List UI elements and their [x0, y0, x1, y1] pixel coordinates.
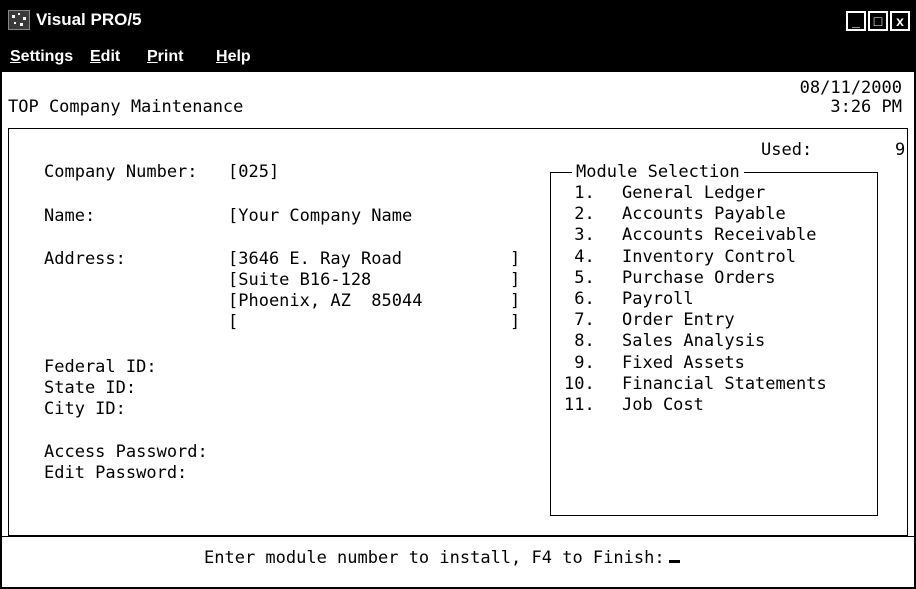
- bracket-close: ]: [510, 270, 521, 290]
- module-item-name[interactable]: Inventory Control: [622, 247, 796, 267]
- close-icon: x: [896, 13, 904, 29]
- date-display: 08/11/2000: [799, 78, 902, 98]
- module-item-name[interactable]: Job Cost: [622, 395, 704, 415]
- module-number: 6.: [564, 289, 595, 309]
- address-line-1-field[interactable]: [3646 E. Ray Road: [228, 249, 402, 269]
- maximize-button[interactable]: □: [868, 11, 888, 31]
- module-number: 3.: [564, 225, 595, 246]
- company-number-field[interactable]: [025]: [228, 162, 279, 182]
- minimize-button[interactable]: _: [846, 11, 866, 31]
- name-label: Name:: [44, 206, 96, 226]
- address-line-2-field[interactable]: [Suite B16-128: [228, 270, 371, 290]
- module-number: 9.: [564, 352, 595, 373]
- menu-print[interactable]: Print: [147, 48, 183, 66]
- edit-password-label: Edit Password:: [44, 463, 188, 483]
- federal-id-label: Federal ID:: [44, 357, 157, 377]
- time-display: 3:26 PM: [830, 97, 902, 117]
- bracket-close: ]: [510, 291, 521, 311]
- module-number: 8.: [564, 331, 595, 352]
- menu-bar: Settings Edit Print Help: [2, 40, 914, 72]
- module-item-name[interactable]: Sales Analysis: [622, 331, 765, 351]
- module-selection-title: Module Selection: [572, 162, 744, 182]
- status-divider: [2, 536, 914, 537]
- module-number: 4.: [564, 246, 595, 267]
- module-item-name[interactable]: Accounts Receivable: [622, 225, 816, 245]
- terminal-area: 08/11/2000 TOP Company Maintenance 3:26 …: [2, 72, 914, 587]
- bracket-close: ]: [510, 249, 521, 269]
- module-item-name[interactable]: Accounts Payable: [622, 204, 786, 224]
- module-item-name[interactable]: Order Entry: [622, 310, 735, 330]
- bracket-close: ]: [510, 312, 521, 332]
- access-password-label: Access Password:: [44, 442, 208, 462]
- window-title: Visual PRO/5: [36, 10, 142, 29]
- module-number: 1.: [564, 183, 595, 203]
- module-number: 11.: [564, 395, 595, 415]
- application-window: Visual PRO/5 _ □ x Settings Edit Print H…: [0, 0, 916, 589]
- module-item-name[interactable]: General Ledger: [622, 183, 765, 203]
- module-item-name[interactable]: Financial Statements: [622, 374, 827, 394]
- app-icon[interactable]: [8, 10, 30, 30]
- used-count: 9: [895, 140, 906, 160]
- module-number: 2.: [564, 204, 595, 225]
- prompt-text: Enter module number to install, F4 to Fi…: [204, 548, 665, 568]
- menu-help[interactable]: Help: [216, 48, 251, 66]
- menu-settings[interactable]: Settings: [10, 48, 73, 66]
- address-line-3-field[interactable]: [Phoenix, AZ 85044: [228, 291, 422, 311]
- state-id-label: State ID:: [44, 378, 137, 398]
- module-item-name[interactable]: Payroll: [622, 289, 694, 309]
- module-number: 5.: [564, 267, 595, 288]
- menu-edit[interactable]: Edit: [90, 48, 120, 66]
- city-id-label: City ID:: [44, 399, 126, 419]
- used-label: Used:: [761, 140, 813, 160]
- maximize-icon: □: [873, 13, 883, 29]
- input-cursor[interactable]: [668, 560, 680, 563]
- company-number-label: Company Number:: [44, 162, 198, 182]
- title-bar[interactable]: Visual PRO/5 _ □ x: [2, 2, 914, 40]
- module-item-name[interactable]: Purchase Orders: [622, 268, 776, 288]
- name-field[interactable]: [Your Company Name: [228, 206, 412, 226]
- close-button[interactable]: x: [890, 11, 910, 31]
- prompt-line: Enter module number to install, F4 to Fi…: [204, 548, 680, 568]
- address-line-4-field[interactable]: [: [228, 312, 238, 332]
- minimize-icon: _: [852, 13, 860, 29]
- module-number: 7.: [564, 310, 595, 331]
- address-label: Address:: [44, 249, 126, 269]
- screen-title: TOP Company Maintenance: [8, 97, 244, 117]
- module-number: 10.: [564, 373, 595, 394]
- module-item-name[interactable]: Fixed Assets: [622, 353, 745, 373]
